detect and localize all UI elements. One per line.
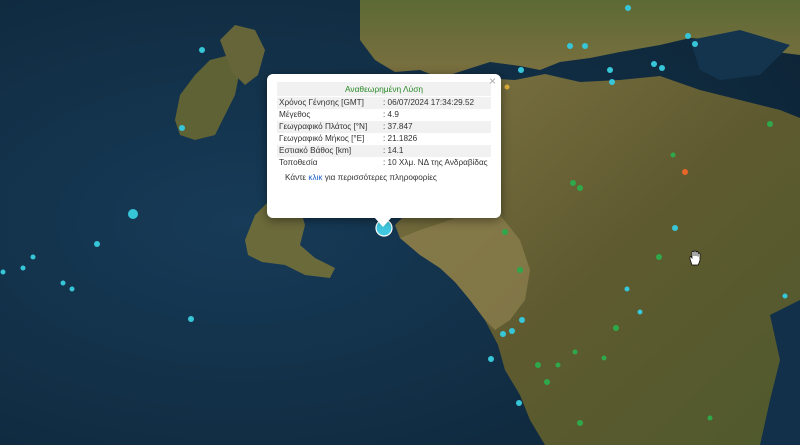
table-row: Γεωγραφικό Μήκος [°E] : 21.1826 [277, 133, 491, 145]
row-label: Γεωγραφικό Μήκος [°E] [279, 134, 365, 143]
event-marker [567, 43, 573, 49]
satellite-map[interactable] [0, 0, 800, 445]
more-info-prefix: Κάντε [285, 173, 309, 182]
event-marker [624, 286, 630, 292]
event-marker [60, 280, 66, 286]
close-icon[interactable]: × [489, 75, 496, 87]
event-marker [128, 209, 138, 219]
row-value: : 37.847 [381, 121, 491, 133]
popup-title: Αναθεωρημένη Λύση [277, 82, 491, 96]
event-marker [179, 125, 185, 131]
event-marker [692, 41, 698, 47]
event-marker [782, 293, 788, 299]
event-marker [577, 185, 583, 191]
row-value: : 21.1826 [383, 134, 418, 143]
event-marker [488, 356, 494, 362]
event-marker [544, 379, 550, 385]
table-row: Χρόνος Γένησης [GMT] : 06/07/2024 17:34:… [277, 97, 491, 109]
more-info-suffix: για περισσότερες πληροφορίες [322, 173, 437, 182]
event-marker [707, 415, 713, 421]
event-marker [767, 121, 773, 127]
event-marker [30, 254, 36, 260]
earthquake-info-popup: × Αναθεωρημένη Λύση Χρόνος Γένησης [GMT]… [267, 74, 501, 227]
table-row: Γεωγραφικό Πλάτος [°N] : 37.847 [277, 121, 491, 133]
table-row: Τοποθεσία : 10 Χλμ. ΝΔ της Ανδραβίδας [277, 157, 491, 169]
row-label: Γεωγραφικό Πλάτος [°N] [277, 121, 381, 133]
event-marker [69, 286, 75, 292]
row-label: Χρόνος Γένησης [GMT] [277, 97, 381, 109]
table-row: Εστιακό Βάθος [km] : 14.1 [277, 145, 491, 157]
event-marker [199, 47, 205, 53]
event-marker [672, 225, 678, 231]
row-value: : 4.9 [383, 110, 399, 119]
event-marker [601, 355, 607, 361]
event-marker [582, 43, 588, 49]
event-marker [509, 328, 515, 334]
event-marker [517, 267, 523, 273]
event-details-table: Χρόνος Γένησης [GMT] : 06/07/2024 17:34:… [277, 97, 491, 169]
event-marker [504, 84, 510, 90]
event-marker [670, 152, 676, 158]
event-marker [625, 5, 631, 11]
event-marker [613, 325, 619, 331]
row-value: : 10 Χλμ. ΝΔ της Ανδραβίδας [383, 158, 488, 167]
row-label: Εστιακό Βάθος [km] [277, 145, 381, 157]
more-info-line: Κάντε κλικ για περισσότερες πληροφορίες [277, 173, 491, 182]
row-value: : 06/07/2024 17:34:29.52 [381, 97, 491, 109]
event-marker [555, 362, 561, 368]
event-marker [500, 331, 506, 337]
event-marker [570, 180, 576, 186]
event-marker [535, 362, 541, 368]
event-marker [577, 420, 583, 426]
event-marker [518, 67, 524, 73]
more-info-link[interactable]: κλικ [308, 173, 322, 182]
event-marker [651, 61, 657, 67]
event-marker [519, 317, 525, 323]
event-marker [656, 254, 662, 260]
hand-cursor-icon [689, 250, 701, 266]
event-marker [0, 269, 6, 275]
row-value: : 14.1 [381, 145, 491, 157]
event-marker [94, 241, 100, 247]
event-marker [188, 316, 194, 322]
event-marker [682, 169, 688, 175]
event-marker [516, 400, 522, 406]
event-marker [607, 67, 613, 73]
event-marker [609, 79, 615, 85]
row-label: Τοποθεσία [279, 158, 318, 167]
event-marker [685, 33, 691, 39]
event-marker [659, 65, 665, 71]
event-marker [502, 229, 508, 235]
row-label: Μέγεθος [279, 110, 311, 119]
event-marker [572, 349, 578, 355]
table-row: Μέγεθος : 4.9 [277, 109, 491, 121]
event-marker [637, 309, 643, 315]
event-marker [20, 265, 26, 271]
